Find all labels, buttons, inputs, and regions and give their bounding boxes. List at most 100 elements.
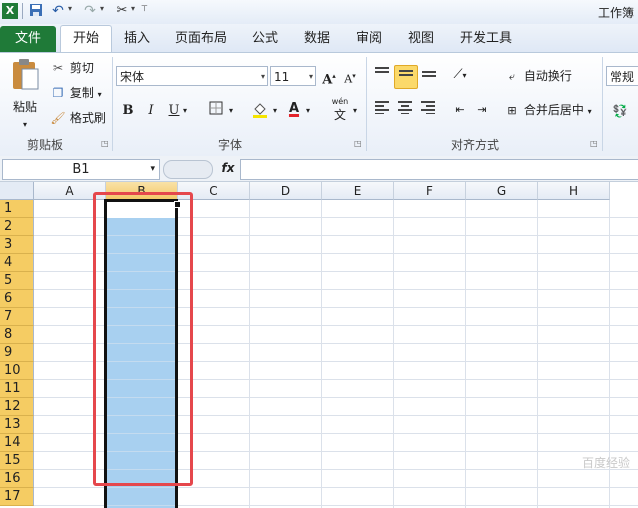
row-header-13[interactable]: 13 [0, 416, 34, 434]
redo-icon[interactable]: ↷ [82, 3, 98, 19]
tool-dropdown-icon[interactable]: ▾ [131, 4, 135, 13]
copy-dropdown-icon[interactable]: ▾ [98, 90, 102, 99]
paste-button[interactable]: 粘贴 ▾ [8, 57, 42, 134]
row-header-15[interactable]: 15 [0, 452, 34, 470]
font-name-dropdown-icon[interactable]: ▾ [261, 67, 265, 87]
font-color-dropdown-icon[interactable]: ▾ [303, 101, 313, 121]
font-launcher-icon[interactable]: ◳ [354, 139, 362, 148]
orientation-icon: ⟋ [453, 67, 463, 82]
row-header-4[interactable]: 4 [0, 254, 34, 272]
column-header-d[interactable]: D [250, 182, 322, 200]
align-bottom-button[interactable] [419, 65, 439, 85]
tab-view[interactable]: 视图 [401, 26, 441, 52]
clipboard-launcher-icon[interactable]: ◳ [101, 139, 109, 148]
row-header-3[interactable]: 3 [0, 236, 34, 254]
tab-home[interactable]: 开始 [60, 25, 112, 52]
undo-icon[interactable]: ↶ [50, 3, 66, 19]
worksheet-grid[interactable]: ABCDEFGH 1 2 3 4 5 6 7 8 9 10 11 12 13 14 15 16 17 百度经验 [0, 182, 638, 508]
row-header-8[interactable]: 8 [0, 326, 34, 344]
row-header-10[interactable]: 10 [0, 362, 34, 380]
row-header-2[interactable]: 2 [0, 218, 34, 236]
name-box-dropdown-icon[interactable]: ▾ [150, 160, 155, 179]
tab-insert[interactable]: 插入 [117, 26, 157, 52]
alignment-launcher-icon[interactable]: ◳ [590, 139, 598, 148]
tab-data[interactable]: 数据 [297, 26, 337, 52]
cut-button[interactable]: ✂ 剪切 [50, 59, 94, 77]
group-divider [112, 57, 113, 151]
row-header-7[interactable]: 7 [0, 308, 34, 326]
number-format-select[interactable]: 常规 [606, 66, 638, 86]
accounting-format-button[interactable]: 💱 [610, 101, 630, 121]
decrease-indent-button[interactable]: ⇤ [450, 100, 470, 120]
fill-color-dropdown-icon[interactable]: ▾ [270, 101, 280, 121]
wrap-text-button[interactable]: ⤶ 自动换行 [504, 67, 572, 86]
font-color-button[interactable]: A [284, 99, 304, 119]
phonetic-dropdown-icon[interactable]: ▾ [350, 101, 360, 121]
row-header-1[interactable]: 1 [0, 200, 34, 218]
customize-tool-icon[interactable]: ✂ [114, 3, 130, 19]
select-all-button[interactable] [0, 182, 34, 200]
increase-indent-button[interactable]: ⇥ [472, 100, 492, 120]
row-header-14[interactable]: 14 [0, 434, 34, 452]
tab-developer[interactable]: 开发工具 [455, 26, 517, 52]
font-size-select[interactable]: 11 ▾ [270, 66, 316, 86]
row-header-9[interactable]: 9 [0, 344, 34, 362]
row-header-11[interactable]: 11 [0, 380, 34, 398]
insert-function-icon[interactable]: fx [218, 159, 238, 178]
column-header-f[interactable]: F [394, 182, 466, 200]
tab-review[interactable]: 审阅 [349, 26, 389, 52]
bold-button[interactable]: B [118, 101, 138, 121]
tab-formulas[interactable]: 公式 [245, 26, 285, 52]
formula-bar-resize-icon[interactable] [163, 160, 213, 179]
formula-input[interactable] [240, 159, 638, 180]
row-header-5[interactable]: 5 [0, 272, 34, 290]
excel-logo-icon: X [2, 3, 18, 19]
grow-font-button[interactable]: A▴ [319, 66, 339, 87]
copy-icon: ❐ [52, 86, 64, 100]
underline-dropdown-icon[interactable]: ▾ [180, 101, 190, 121]
align-center-button[interactable] [395, 100, 415, 120]
align-right-icon [421, 101, 435, 114]
fill-color-button[interactable] [250, 101, 270, 121]
merge-center-dropdown-icon[interactable]: ▾ [588, 107, 592, 116]
shrink-font-button[interactable]: A▾ [340, 66, 360, 86]
italic-button[interactable]: I [141, 101, 161, 121]
align-left-icon [375, 101, 389, 114]
row-header-17[interactable]: 17 [0, 488, 34, 506]
font-size-dropdown-icon[interactable]: ▾ [309, 67, 313, 87]
column-header-g[interactable]: G [466, 182, 538, 200]
cut-label: 剪切 [69, 61, 94, 75]
row-header-6[interactable]: 6 [0, 290, 34, 308]
align-middle-button[interactable] [394, 65, 418, 89]
tab-page-layout[interactable]: 页面布局 [170, 26, 232, 52]
align-bottom-icon [422, 71, 436, 77]
borders-button[interactable] [206, 101, 226, 121]
column-header-h[interactable]: H [538, 182, 610, 200]
copy-button[interactable]: ❐ 复制 ▾ [50, 84, 102, 104]
currency-icon: 💱 [612, 104, 628, 118]
align-top-icon [375, 67, 389, 73]
customize-quick-access-icon[interactable]: ⊤ [141, 4, 148, 13]
column-header-e[interactable]: E [322, 182, 394, 200]
save-icon[interactable] [28, 3, 44, 19]
format-painter-button[interactable]: 🖌 格式刷 [50, 109, 105, 127]
font-name-select[interactable]: 宋体 ▾ [116, 66, 268, 86]
merge-center-label: 合并后居中 [523, 103, 584, 117]
font-name-value: 宋体 [120, 70, 145, 84]
row-header-12[interactable]: 12 [0, 398, 34, 416]
row-header-16[interactable]: 16 [0, 470, 34, 488]
redo-dropdown-icon[interactable]: ▾ [100, 4, 104, 13]
font-size-value: 11 [274, 70, 290, 84]
align-left-button[interactable] [372, 100, 392, 120]
tab-file[interactable]: 文件 [0, 26, 56, 52]
name-box[interactable]: B1 ▾ [2, 159, 160, 180]
align-right-button[interactable] [418, 100, 438, 120]
orientation-button[interactable]: ⟋▾ [450, 65, 470, 85]
borders-dropdown-icon[interactable]: ▾ [226, 101, 236, 121]
merge-center-button[interactable]: ⊞ 合并后居中 ▾ [504, 101, 592, 121]
wrap-text-icon: ⤶ [508, 70, 516, 83]
alignment-group-label: 对齐方式 [450, 138, 499, 152]
align-top-button[interactable] [372, 65, 392, 85]
undo-dropdown-icon[interactable]: ▾ [68, 4, 72, 13]
paste-dropdown-icon[interactable]: ▾ [8, 116, 42, 134]
